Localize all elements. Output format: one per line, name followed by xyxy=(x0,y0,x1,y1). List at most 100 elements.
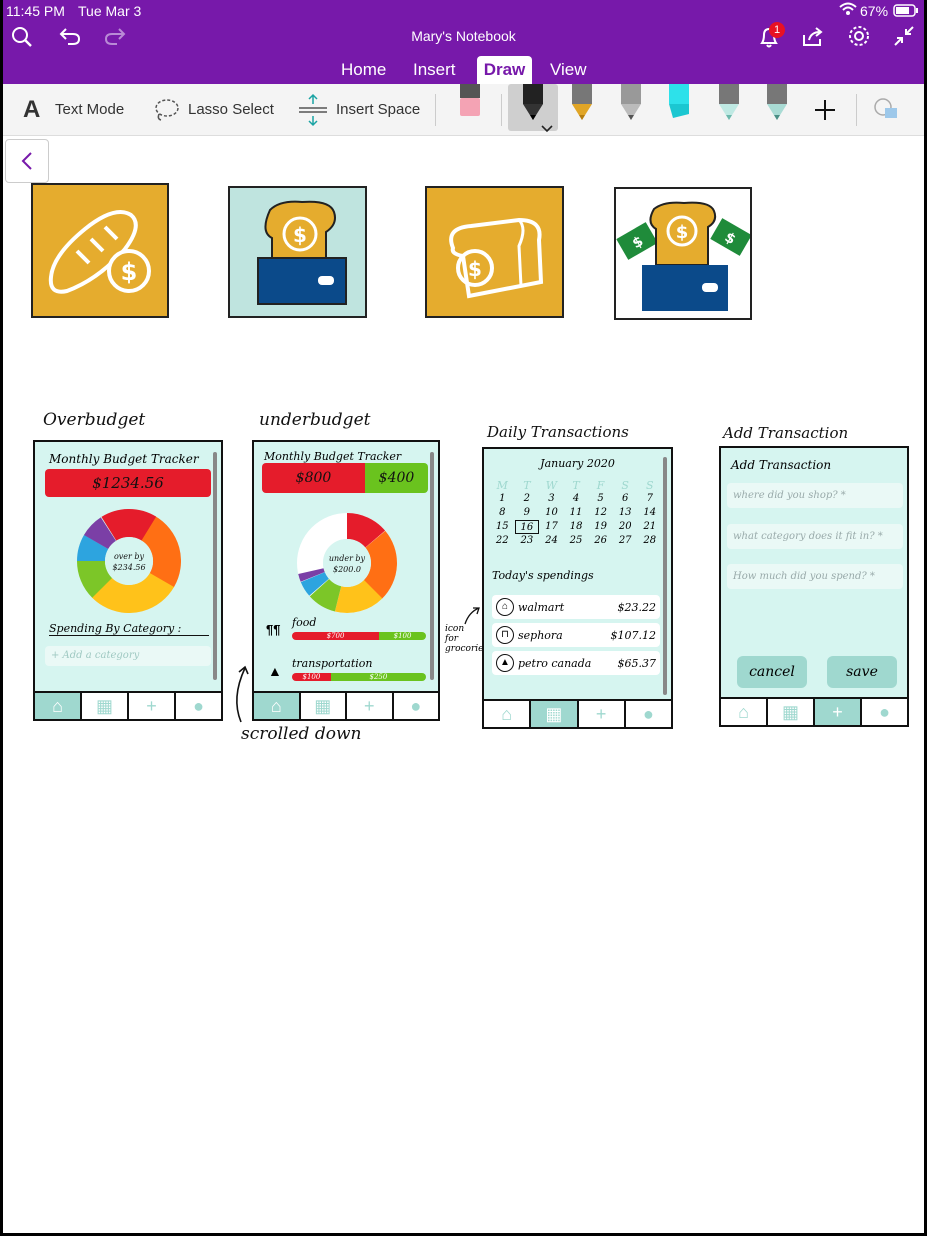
add-tab-icon[interactable]: + xyxy=(347,693,394,719)
eraser-tool[interactable] xyxy=(457,84,483,125)
calendar-day[interactable]: 17 xyxy=(539,520,564,534)
add-tab-icon[interactable]: + xyxy=(579,701,626,727)
calendar-tab-icon[interactable]: ▦ xyxy=(82,693,129,719)
shapes-icon[interactable] xyxy=(873,97,901,126)
calendar-month: January 2020 xyxy=(540,457,615,470)
transaction-row[interactable]: ⌂ walmart $23.22 xyxy=(492,595,660,619)
category-left: $100 xyxy=(379,632,426,640)
calendar-day[interactable]: 23 xyxy=(515,534,540,548)
profile-tab-icon[interactable]: ● xyxy=(394,693,439,719)
calendar-day[interactable]: 6 xyxy=(613,492,638,506)
bread-loaf-icon: $ xyxy=(449,217,544,299)
toast-wallet-icon: $ xyxy=(257,200,347,305)
gray-pen-tool[interactable] xyxy=(617,84,645,129)
calendar-day[interactable]: 3 xyxy=(539,492,564,506)
chevron-left-icon xyxy=(21,152,32,170)
tab-insert[interactable]: Insert xyxy=(413,60,456,80)
back-button[interactable] xyxy=(5,139,49,183)
save-button[interactable]: save xyxy=(827,656,897,688)
profile-tab-icon[interactable]: ● xyxy=(176,693,221,719)
gold-pen-tool[interactable] xyxy=(568,84,596,129)
calendar-tab-icon[interactable]: ▦ xyxy=(768,699,815,725)
calendar-day[interactable]: 24 xyxy=(539,534,564,548)
category-field[interactable]: what category does it fit in? * xyxy=(727,524,903,549)
add-category-field[interactable]: + Add a category xyxy=(45,646,211,666)
battery-icon xyxy=(893,4,919,22)
calendar-day[interactable]: 25 xyxy=(564,534,589,548)
add-tab-icon[interactable]: + xyxy=(815,699,862,725)
scrollbar[interactable] xyxy=(663,457,667,695)
calendar-day[interactable]: 12 xyxy=(588,506,613,520)
collapse-icon[interactable] xyxy=(892,24,916,53)
status-time: 11:45 PM xyxy=(6,3,65,19)
weekday-row: M T W T F S S xyxy=(490,479,662,492)
toolbar-divider xyxy=(435,94,436,126)
calendar-day[interactable]: 18 xyxy=(564,520,589,534)
bottom-nav: ⌂ ▦ + ● xyxy=(35,691,221,719)
calendar-day[interactable]: 14 xyxy=(637,506,662,520)
gear-icon[interactable] xyxy=(847,24,871,53)
profile-tab-icon[interactable]: ● xyxy=(862,699,907,725)
calendar-day[interactable]: 27 xyxy=(613,534,638,548)
calendar-day[interactable]: 28 xyxy=(637,534,662,548)
svg-text:$: $ xyxy=(468,257,482,281)
calendar-day[interactable]: 21 xyxy=(637,520,662,534)
calendar-tab-icon[interactable]: ▦ xyxy=(531,701,579,727)
scrolled-down-note: scrolled down xyxy=(241,724,362,744)
lasso-icon xyxy=(153,97,181,128)
calendar-day[interactable]: 8 xyxy=(490,506,515,520)
tab-home[interactable]: Home xyxy=(341,60,386,80)
add-tab-icon[interactable]: + xyxy=(129,693,176,719)
share-icon[interactable] xyxy=(801,25,825,52)
transaction-row[interactable]: ▲ petro canada $65.37 xyxy=(492,651,660,675)
cancel-button[interactable]: cancel xyxy=(737,656,807,688)
app-header: 11:45 PM Tue Mar 3 67% Mary's Notebook 1 xyxy=(3,0,924,84)
home-tab-icon[interactable]: ⌂ xyxy=(721,699,768,725)
insert-space-button[interactable]: Insert Space xyxy=(336,101,420,118)
calendar-day[interactable]: 7 xyxy=(637,492,662,506)
shopping-bag-icon: ⊓ xyxy=(496,626,514,644)
calendar-day[interactable]: 15 xyxy=(490,520,515,534)
scrollbar[interactable] xyxy=(213,452,217,680)
shop-field[interactable]: where did you shop? * xyxy=(727,483,903,508)
text-mode-button[interactable]: Text Mode xyxy=(55,101,124,118)
calendar-day[interactable]: 22 xyxy=(490,534,515,548)
calendar-day-selected[interactable]: 16 xyxy=(514,520,540,534)
tab-draw[interactable]: Draw xyxy=(477,56,532,84)
category-name: transportation xyxy=(292,657,373,670)
category-name: food xyxy=(292,616,317,629)
text-mode-icon: A xyxy=(23,96,41,123)
calendar-tab-icon[interactable]: ▦ xyxy=(301,693,347,719)
calendar-day[interactable]: 10 xyxy=(539,506,564,520)
profile-tab-icon[interactable]: ● xyxy=(626,701,671,727)
chevron-down-icon[interactable] xyxy=(541,120,553,138)
home-tab-icon[interactable]: ⌂ xyxy=(35,693,82,719)
phone-overbudget: Monthly Budget Tracker $1234.56 over by … xyxy=(33,440,223,721)
calendar-day[interactable]: 1 xyxy=(490,492,515,506)
transaction-row[interactable]: ⊓ sephora $107.12 xyxy=(492,623,660,647)
toolbar-divider xyxy=(856,94,857,126)
calendar-day[interactable]: 11 xyxy=(564,506,589,520)
home-tab-icon[interactable]: ⌂ xyxy=(484,701,532,727)
calendar-day[interactable]: 26 xyxy=(588,534,613,548)
amount-field[interactable]: How much did you spend? * xyxy=(727,564,903,589)
calendar-day[interactable]: 4 xyxy=(564,492,589,506)
lasso-select-button[interactable]: Lasso Select xyxy=(188,101,274,118)
teal-pen-tool[interactable] xyxy=(763,84,791,129)
category-spent: $700 xyxy=(292,632,380,640)
donut-text-line2: $234.56 xyxy=(112,563,145,572)
scrollbar[interactable] xyxy=(430,452,434,680)
transaction-amount: $65.37 xyxy=(617,656,657,670)
calendar-day[interactable]: 19 xyxy=(588,520,613,534)
add-pen-icon[interactable] xyxy=(813,98,837,127)
calendar-day[interactable]: 9 xyxy=(515,506,540,520)
calendar-week: 22 23 24 25 26 27 28 xyxy=(490,534,662,548)
calendar-day[interactable]: 20 xyxy=(613,520,638,534)
cyan-highlighter-tool[interactable] xyxy=(665,84,693,129)
tab-view[interactable]: View xyxy=(550,60,587,80)
home-tab-icon[interactable]: ⌂ xyxy=(254,693,301,719)
calendar-day[interactable]: 5 xyxy=(588,492,613,506)
mint-pen-tool[interactable] xyxy=(715,84,743,129)
calendar-day[interactable]: 2 xyxy=(515,492,540,506)
calendar-day[interactable]: 13 xyxy=(613,506,638,520)
